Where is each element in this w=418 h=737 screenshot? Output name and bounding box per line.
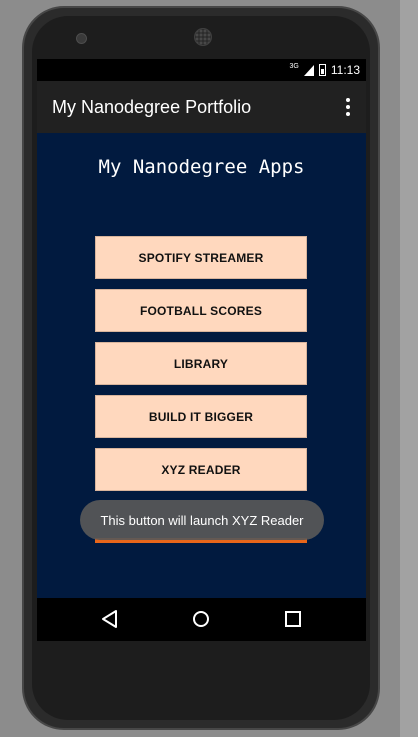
menu-dot bbox=[346, 112, 350, 116]
spotify-streamer-button[interactable]: SPOTIFY STREAMER bbox=[95, 236, 307, 279]
overflow-menu-icon[interactable] bbox=[344, 98, 352, 116]
library-button[interactable]: LIBRARY bbox=[95, 342, 307, 385]
app-title: My Nanodegree Portfolio bbox=[52, 97, 252, 117]
device-screen: 3G 11:13 My Nanodegree Portfolio My Nano… bbox=[37, 59, 366, 641]
menu-dot bbox=[346, 98, 350, 102]
xyz-reader-button[interactable]: XYZ READER bbox=[95, 448, 307, 491]
back-icon[interactable] bbox=[99, 608, 121, 630]
battery-icon bbox=[318, 64, 326, 76]
football-scores-button[interactable]: FOOTBALL SCORES bbox=[95, 289, 307, 332]
window-edge bbox=[400, 0, 418, 737]
status-bar: 3G 11:13 bbox=[37, 59, 366, 81]
signal-icon bbox=[303, 64, 314, 76]
home-icon[interactable] bbox=[190, 608, 212, 630]
status-indicators: 3G 11:13 bbox=[289, 62, 360, 78]
app-bar: My Nanodegree Portfolio bbox=[37, 81, 366, 133]
recents-icon[interactable] bbox=[282, 608, 304, 630]
navigation-bar bbox=[37, 598, 366, 641]
network-type: 3G bbox=[289, 62, 299, 70]
speaker-icon bbox=[194, 28, 212, 46]
menu-dot bbox=[346, 105, 350, 109]
clock: 11:13 bbox=[330, 63, 360, 77]
toast-message: This button will launch XYZ Reader bbox=[80, 500, 324, 540]
front-camera-icon bbox=[76, 33, 87, 44]
page-heading: My Nanodegree Apps bbox=[98, 156, 305, 178]
build-it-bigger-button[interactable]: BUILD IT BIGGER bbox=[95, 395, 307, 438]
